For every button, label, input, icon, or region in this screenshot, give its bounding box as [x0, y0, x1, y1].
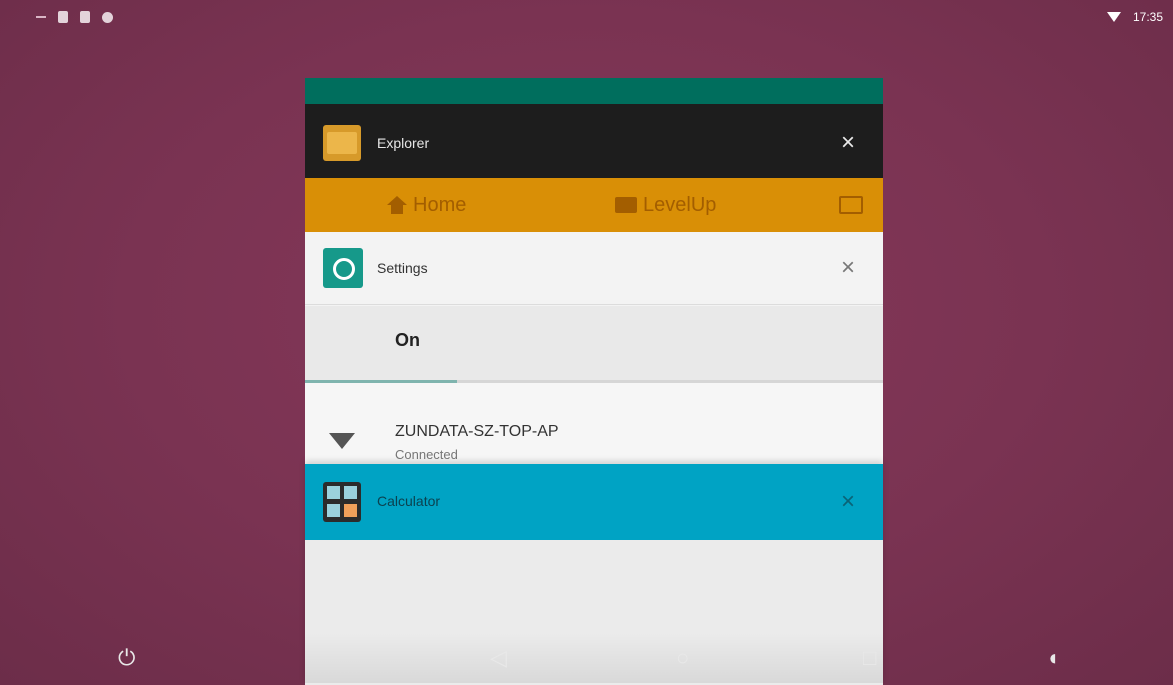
power-button[interactable]: ⏻	[118, 647, 135, 669]
wifi-switch-bar[interactable]: On	[305, 306, 883, 380]
gear-icon	[323, 248, 363, 288]
calculator-icon	[323, 482, 361, 522]
status-bar-right: 17:35	[1106, 10, 1163, 24]
volume-button[interactable]: ◖	[1046, 647, 1059, 669]
folder-outline-icon	[839, 196, 863, 214]
android-debug-icon	[102, 11, 113, 23]
explorer-close-button[interactable]: ×	[841, 131, 855, 155]
wifi-network-status: Connected	[395, 447, 458, 462]
wifi-signal-icon	[329, 433, 355, 449]
recent-card-explorer[interactable]: Explorer × Home LevelUp	[305, 78, 883, 238]
explorer-tab-partial[interactable]	[839, 196, 863, 214]
explorer-tab-bar: Home LevelUp	[305, 178, 883, 232]
settings-card-header: Settings ×	[305, 232, 883, 305]
explorer-top-bar	[305, 78, 883, 104]
home-button[interactable]: ○	[676, 647, 689, 669]
navigation-bar: ⏻ ◁ ○ □ ◖	[8, 633, 1171, 683]
android-icon	[80, 11, 90, 23]
back-button[interactable]: ◁	[490, 647, 507, 669]
recents-button[interactable]: □	[863, 647, 876, 669]
calculator-card-title: Calculator	[377, 493, 441, 509]
explorer-tab-home-label: Home	[413, 193, 467, 216]
recent-card-settings[interactable]: Settings × On ZUNDATA-SZ-TOP-AP Connecte…	[305, 232, 883, 473]
recent-apps-stack: Explorer × Home LevelUp Settings × On ZU…	[305, 78, 883, 685]
status-time: 17:35	[1132, 10, 1163, 24]
house-icon	[387, 196, 407, 214]
settings-close-button[interactable]: ×	[841, 256, 855, 280]
explorer-folder-icon	[323, 125, 361, 161]
settings-card-title: Settings	[377, 260, 428, 276]
explorer-tab-levelup[interactable]: LevelUp	[615, 194, 716, 217]
calculator-card-header: Calculator ×	[305, 464, 883, 540]
explorer-card-title: Explorer	[377, 135, 430, 151]
explorer-tab-levelup-label: LevelUp	[643, 193, 717, 216]
status-bar: 17:35	[8, 8, 1171, 30]
calculator-close-button[interactable]: ×	[841, 490, 855, 514]
navigation-bar-fade	[305, 633, 883, 683]
wifi-network-row[interactable]: ZUNDATA-SZ-TOP-AP Connected	[305, 383, 883, 473]
wifi-switch-label: On	[395, 330, 420, 350]
wifi-icon	[1106, 12, 1121, 22]
explorer-tab-home[interactable]: Home	[387, 194, 466, 217]
explorer-card-header: Explorer ×	[305, 112, 883, 174]
wifi-network-name: ZUNDATA-SZ-TOP-AP	[395, 423, 559, 440]
sd-card-icon	[58, 11, 68, 23]
status-bar-left	[36, 11, 113, 23]
box-icon	[615, 197, 637, 213]
notification-dash	[36, 16, 46, 18]
